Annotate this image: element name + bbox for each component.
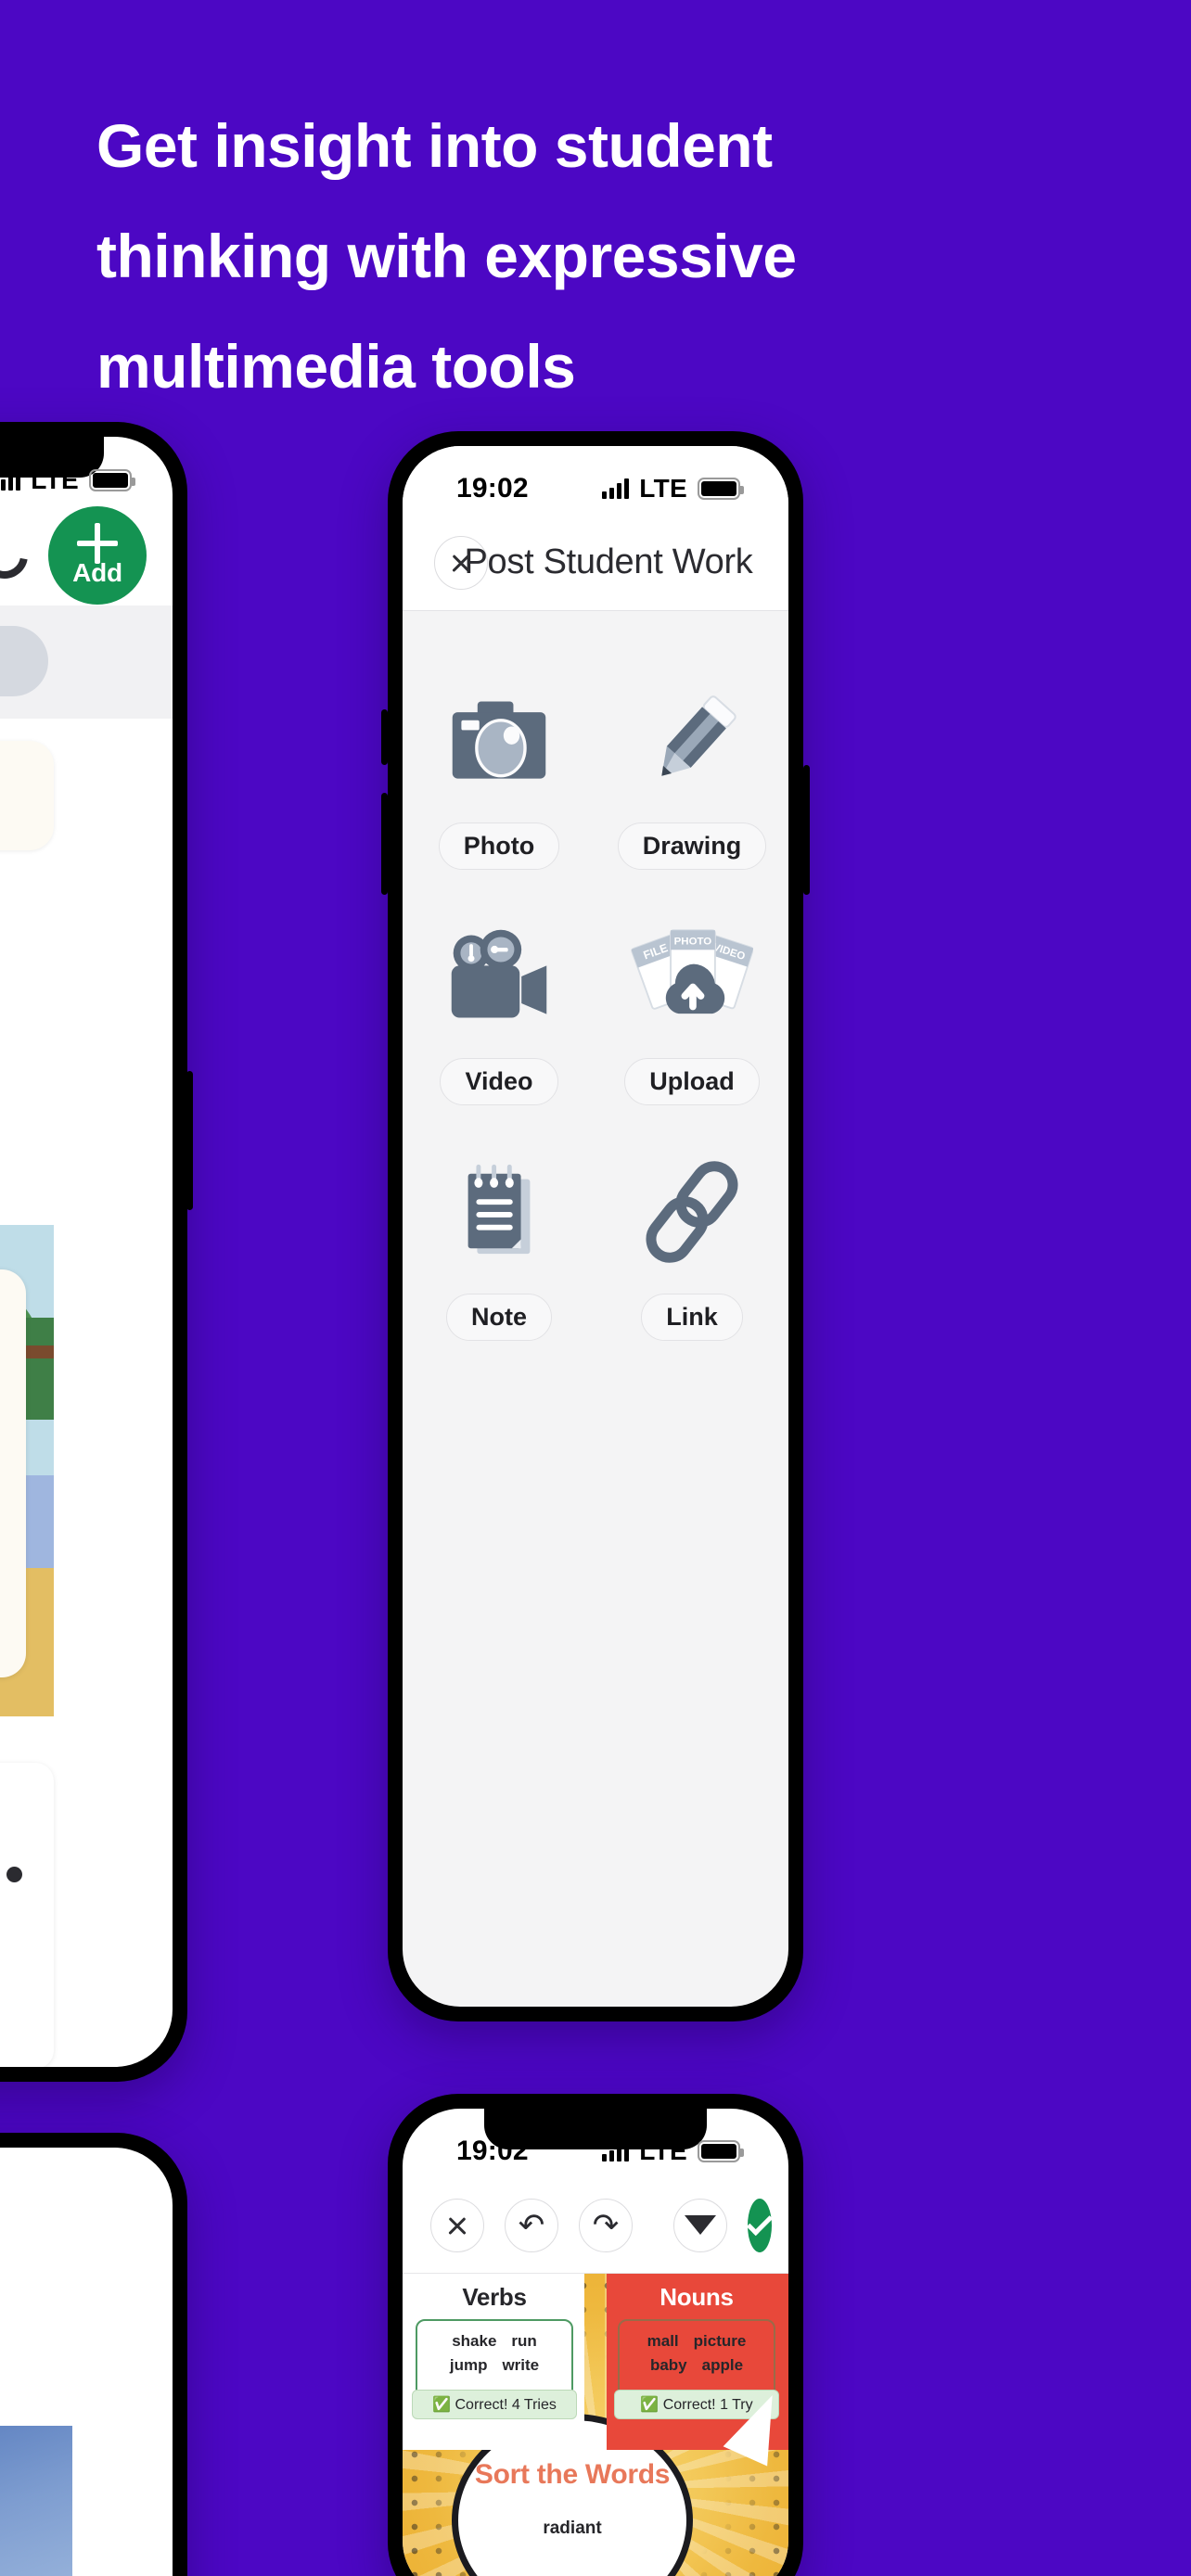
status-badge: ✅ Correct! 4 Tries	[412, 2390, 577, 2419]
refresh-icon[interactable]	[0, 523, 37, 588]
signal-bars-icon	[602, 2141, 630, 2162]
headline-line-3: multimedia tools	[96, 332, 576, 401]
redo-icon: ↷	[592, 2206, 620, 2244]
triangle-down-icon	[685, 2215, 716, 2235]
network-label: LTE	[639, 474, 687, 503]
word-chip[interactable]: mall	[647, 2332, 679, 2351]
pencil-icon	[642, 680, 742, 802]
undo-button[interactable]: ↶	[505, 2198, 558, 2252]
check-icon	[746, 2209, 774, 2236]
add-button[interactable]: Add	[48, 506, 147, 605]
media-options-grid: Photo Drawing Video FILE VIDEO PHOTO Upl…	[403, 611, 788, 1386]
phone-left-screen: LTE Add	[0, 437, 173, 2067]
word-chip[interactable]: shake	[452, 2332, 496, 2351]
list-item[interactable]: 10¢	[0, 1269, 26, 1677]
category-panel-verbs[interactable]: Verbs shake run jump write ✅ Correct! 4 …	[403, 2274, 584, 2450]
screen-header: Post Student Work	[403, 515, 788, 611]
category-title: Verbs	[462, 2283, 527, 2311]
option-link[interactable]: Link	[596, 1151, 788, 1386]
editor-toolbar: ↶ ↷	[403, 2177, 788, 2274]
activity-canvas[interactable]: Verbs shake run jump write ✅ Correct! 4 …	[403, 2274, 788, 2576]
phone-mockup-bottom: 19:02 LTE ↶ ↷ Verbs shake run jump write…	[388, 2094, 803, 2576]
option-video-label: Video	[440, 1058, 558, 1105]
status-bar-bottom: 19:02 LTE	[403, 2109, 788, 2177]
close-button[interactable]	[430, 2198, 484, 2252]
camera-icon	[445, 680, 553, 802]
close-icon	[446, 2214, 468, 2237]
option-note[interactable]: Note	[403, 1151, 596, 1386]
photo-thumbnail[interactable]	[0, 2426, 72, 2576]
activity-title: Sort the Words	[474, 2459, 671, 2491]
confirm-button[interactable]	[746, 2198, 774, 2252]
phone-power-button[interactable]	[803, 765, 810, 895]
screen-title: Post Student Work	[464, 542, 753, 581]
more-options-icon[interactable]	[0, 1867, 22, 1882]
dropdown-button[interactable]	[673, 2198, 727, 2252]
status-bar-main: 19:02 LTE	[403, 446, 788, 515]
undo-icon: ↶	[518, 2206, 545, 2244]
category-panel-nouns[interactable]: Nouns mall picture baby apple ✅ Correct!…	[607, 2274, 788, 2467]
plus-icon	[77, 523, 118, 564]
notepad-icon	[451, 1151, 547, 1273]
status-time: 19:02	[456, 473, 529, 504]
status-time: 19:02	[456, 2136, 529, 2166]
category-word-box: shake run jump write ✅ Correct! 4 Tries	[412, 2319, 577, 2419]
phone-mockup-main: 19:02 LTE Post Student Work Photo Drawin…	[381, 431, 810, 2021]
signal-bars-icon	[602, 478, 630, 499]
phone-volume-down-button[interactable]	[381, 793, 388, 895]
option-video[interactable]: Video	[403, 915, 596, 1151]
calendar-view-icon[interactable]	[0, 641, 43, 682]
option-note-label: Note	[446, 1294, 552, 1341]
phone-mockup-left: LTE Add	[0, 422, 193, 2082]
current-word: radiant	[543, 2519, 602, 2539]
status-bar-left: LTE	[0, 437, 173, 505]
video-camera-icon	[444, 915, 554, 1038]
view-segmented-control[interactable]	[0, 626, 48, 696]
word-chip[interactable]: apple	[702, 2356, 743, 2375]
chain-link-icon	[640, 1151, 744, 1273]
option-drawing-label: Drawing	[617, 823, 767, 870]
word-chip[interactable]: write	[502, 2356, 539, 2375]
word-chip[interactable]: picture	[694, 2332, 747, 2351]
headline-line-1: Get insight into student	[96, 111, 773, 180]
option-upload-label: Upload	[624, 1058, 760, 1105]
option-photo-label: Photo	[438, 823, 560, 870]
option-drawing[interactable]: Drawing	[596, 680, 788, 915]
option-link-label: Link	[641, 1294, 743, 1341]
view-toggle-band	[0, 606, 173, 719]
phone-left-bottom-screen	[0, 2148, 173, 2576]
phone-bottom-screen: 19:02 LTE ↶ ↷ Verbs shake run jump write…	[403, 2109, 788, 2576]
cloud-upload-icon: FILE VIDEO PHOTO	[631, 915, 753, 1038]
word-chip[interactable]: run	[511, 2332, 536, 2351]
battery-full-icon	[698, 478, 744, 500]
option-photo[interactable]: Photo	[403, 680, 596, 915]
phone-mockup-left-bottom	[0, 2133, 187, 2576]
close-icon	[450, 552, 472, 574]
phone-main-screen: 19:02 LTE Post Student Work Photo Drawin…	[403, 446, 788, 2007]
word-chip[interactable]: jump	[450, 2356, 488, 2375]
page-title: Get insight into student thinking with e…	[96, 91, 1070, 422]
word-chip[interactable]: baby	[650, 2356, 687, 2375]
list-item[interactable]	[0, 741, 54, 850]
signal-bars-icon	[0, 470, 21, 491]
redo-button[interactable]: ↷	[579, 2198, 633, 2252]
phone-side-button[interactable]	[186, 1071, 193, 1210]
option-upload[interactable]: FILE VIDEO PHOTO Upload	[596, 915, 788, 1151]
network-label: LTE	[31, 465, 79, 494]
battery-full-icon	[698, 2140, 744, 2162]
battery-full-icon	[89, 469, 135, 491]
network-label: LTE	[639, 2136, 687, 2165]
upload-card-label-photo: PHOTO	[674, 937, 712, 948]
category-title: Nouns	[660, 2283, 734, 2311]
list-item[interactable]	[0, 1763, 54, 2067]
left-topbar: Add	[0, 505, 173, 606]
headline-line-2: thinking with expressive	[96, 222, 797, 290]
phone-volume-up-button[interactable]	[381, 709, 388, 765]
